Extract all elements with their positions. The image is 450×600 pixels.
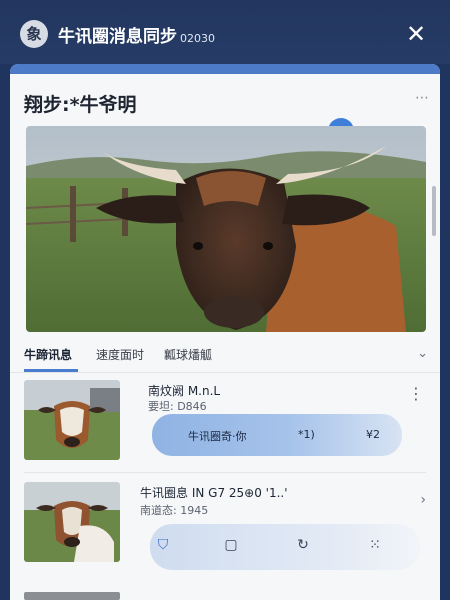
hero-scrollbar[interactable] xyxy=(432,186,436,236)
copy-icon[interactable]: ▢ xyxy=(220,534,242,556)
close-icon[interactable]: ✕ xyxy=(402,20,430,48)
next-item-thumbnail xyxy=(24,592,120,600)
app-header: 象 牛讯圈消息同步 02030 ✕ xyxy=(0,0,450,64)
active-tab-indicator xyxy=(24,369,78,372)
bull-photo xyxy=(26,126,426,332)
chevron-down-icon[interactable]: ⌄ xyxy=(417,346,428,361)
tab-third[interactable]: 瓤球燔觚 xyxy=(164,346,212,363)
tab-hoof-info[interactable]: 牛蹄讯息 xyxy=(24,346,72,363)
app-logo-icon: 象 xyxy=(20,20,48,48)
window-title-text: 牛讯圈消息同步 xyxy=(58,27,177,47)
kebab-menu-icon[interactable]: ⋮ xyxy=(408,384,424,403)
grid-icon[interactable]: ⁙ xyxy=(364,534,386,556)
window-title: 牛讯圈消息同步 02030 xyxy=(58,22,215,47)
item-subtitle: 南道态: 1945 xyxy=(140,504,209,517)
hero-image xyxy=(26,126,426,332)
tab-speed-time[interactable]: 速度面时 xyxy=(96,346,144,363)
cow-thumb-1 xyxy=(24,380,120,460)
divider xyxy=(24,472,426,473)
list-item[interactable]: 牛讯圈息 IN G7 25⊕0 '1..' 南道态: 1945 › ⛉ ▢ ↻ … xyxy=(10,476,440,576)
item-title: 南炆阙 M.n.L xyxy=(148,384,221,398)
item-subtitle: 要坦: D846 xyxy=(148,400,207,413)
bubble-value: *1) xyxy=(298,428,315,441)
item-title: 牛讯圈息 IN G7 25⊕0 '1..' xyxy=(140,486,288,500)
item-thumbnail xyxy=(24,380,120,460)
refresh-icon[interactable]: ↻ xyxy=(292,534,314,556)
tab-bar: 牛蹄讯息 速度面时 瓤球燔觚 ⌄ xyxy=(10,342,440,373)
card-accent-bar xyxy=(10,64,440,74)
item-thumbnail xyxy=(24,482,120,562)
shield-icon[interactable]: ⛉ xyxy=(152,534,174,556)
more-options-icon[interactable]: ⋯ xyxy=(415,90,430,106)
content-card: 翔步:*牛爷明 ⋯ 牛蹄讯息 速度面时 瓤球燔觚 ⌄ 南炆阙 M.n.L 要坦:… xyxy=(10,64,440,600)
window-code: 02030 xyxy=(180,32,215,45)
card-title: 翔步:*牛爷明 xyxy=(24,94,137,116)
list-item[interactable]: 南炆阙 M.n.L 要坦: D846 ⋮ 牛讯圈奇·你 *1) ¥2 xyxy=(10,374,440,474)
cow-thumb-2 xyxy=(24,482,120,562)
bubble-price: ¥2 xyxy=(366,428,380,441)
bubble-label: 牛讯圈奇·你 xyxy=(188,430,247,443)
chevron-right-icon[interactable]: › xyxy=(420,492,426,508)
